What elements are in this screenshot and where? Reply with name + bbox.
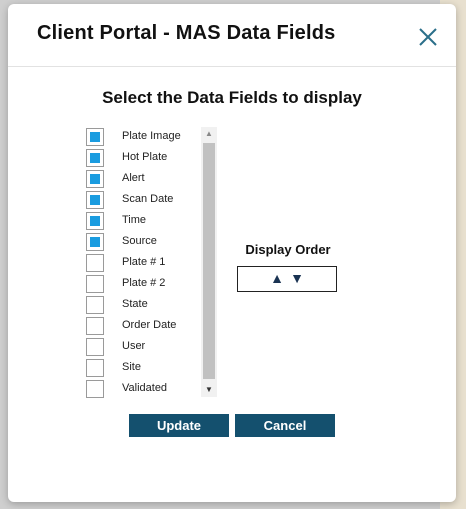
dialog-header: Client Portal - MAS Data Fields bbox=[8, 4, 456, 67]
scroll-thumb[interactable] bbox=[203, 143, 215, 379]
field-row[interactable]: Scan Date bbox=[86, 191, 201, 209]
field-label: Plate # 1 bbox=[122, 256, 166, 268]
scroll-down-icon[interactable]: ▼ bbox=[201, 383, 217, 397]
field-checkbox[interactable] bbox=[86, 191, 104, 209]
data-fields-dialog: Client Portal - MAS Data Fields Select t… bbox=[8, 4, 456, 502]
field-checkbox[interactable] bbox=[86, 149, 104, 167]
field-row[interactable]: Hot Plate bbox=[86, 149, 201, 167]
field-row[interactable]: Time bbox=[86, 212, 201, 230]
field-checkbox[interactable] bbox=[86, 296, 104, 314]
field-row[interactable]: Source bbox=[86, 233, 201, 251]
section-title: Select the Data Fields to display bbox=[102, 88, 362, 107]
field-checkbox[interactable] bbox=[86, 317, 104, 335]
display-order-control: ▲ ▼ bbox=[237, 266, 337, 292]
field-checkbox[interactable] bbox=[86, 212, 104, 230]
field-checkbox[interactable] bbox=[86, 170, 104, 188]
field-label: Site bbox=[122, 361, 141, 373]
field-checkbox[interactable] bbox=[86, 254, 104, 272]
field-label: User bbox=[122, 340, 146, 352]
cancel-button[interactable]: Cancel bbox=[235, 414, 335, 437]
field-label: Scan Date bbox=[122, 193, 174, 205]
field-checkbox[interactable] bbox=[86, 128, 104, 146]
field-label: Plate # 2 bbox=[122, 277, 166, 289]
field-label: Hot Plate bbox=[122, 151, 168, 163]
field-row[interactable]: Site bbox=[86, 359, 201, 377]
field-row[interactable]: Plate Image bbox=[86, 128, 201, 146]
field-checkbox[interactable] bbox=[86, 275, 104, 293]
dialog-title: Client Portal - MAS Data Fields bbox=[37, 22, 336, 44]
arrow-down-icon[interactable]: ▼ bbox=[289, 270, 305, 286]
field-row[interactable]: Plate # 1 bbox=[86, 254, 201, 272]
display-order-label: Display Order bbox=[245, 242, 331, 257]
field-label: Order Date bbox=[122, 319, 177, 331]
field-list-scrollbar[interactable]: ▲ ▼ bbox=[201, 127, 217, 397]
field-row[interactable]: Plate # 2 bbox=[86, 275, 201, 293]
field-label: State bbox=[122, 298, 148, 310]
field-checkbox[interactable] bbox=[86, 359, 104, 377]
field-list: Plate Image Hot Plate Alert Scan Date Time So… bbox=[86, 128, 216, 398]
close-icon[interactable] bbox=[416, 25, 440, 49]
arrow-up-icon[interactable]: ▲ bbox=[269, 270, 285, 286]
field-label: Source bbox=[122, 235, 157, 247]
field-row[interactable]: State bbox=[86, 296, 201, 314]
field-label: Validated bbox=[122, 382, 168, 394]
field-row[interactable]: Alert bbox=[86, 170, 201, 188]
field-label: Alert bbox=[122, 172, 145, 184]
field-label: Plate Image bbox=[122, 130, 181, 142]
field-checkbox[interactable] bbox=[86, 338, 104, 356]
scroll-up-icon[interactable]: ▲ bbox=[201, 127, 217, 141]
field-label: Time bbox=[122, 214, 147, 226]
field-checkbox[interactable] bbox=[86, 233, 104, 251]
field-row[interactable]: User bbox=[86, 338, 201, 356]
update-button[interactable]: Update bbox=[129, 414, 229, 437]
field-checkbox[interactable] bbox=[86, 380, 104, 398]
field-row[interactable]: Order Date bbox=[86, 317, 201, 335]
field-row[interactable]: Validated bbox=[86, 380, 201, 398]
